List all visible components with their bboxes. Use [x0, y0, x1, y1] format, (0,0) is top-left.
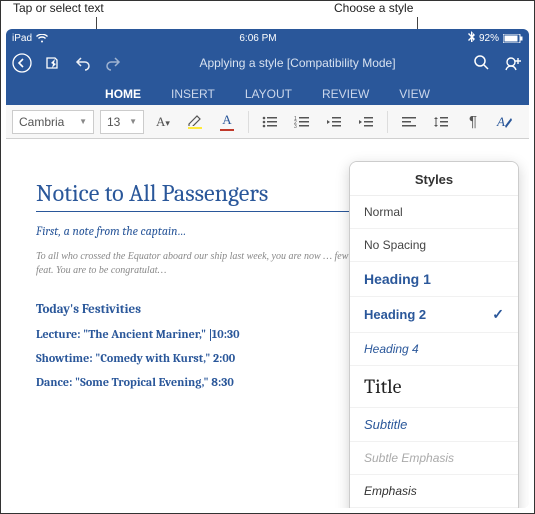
style-emphasis[interactable]: Emphasis	[350, 475, 518, 508]
bluetooth-icon	[468, 31, 475, 45]
style-label: Heading 1	[364, 271, 431, 287]
font-name: Cambria	[19, 115, 64, 129]
event-label: Lecture: "The Ancient Mariner,"	[36, 327, 209, 341]
style-no-spacing[interactable]: No Spacing	[350, 229, 518, 262]
titlebar: Applying a style [Compatibility Mode]	[6, 47, 529, 79]
tab-review[interactable]: REVIEW	[316, 83, 375, 105]
style-label: Heading 2	[364, 307, 426, 322]
bullets-button[interactable]	[257, 109, 283, 135]
style-label: Subtle Emphasis	[364, 451, 454, 465]
styles-list[interactable]: NormalNo SpacingHeading 1Heading 2✓Headi…	[350, 196, 518, 508]
redo-button[interactable]	[104, 55, 122, 71]
file-button[interactable]	[44, 54, 62, 72]
outdent-button[interactable]	[321, 109, 347, 135]
style-heading-4[interactable]: Heading 4	[350, 333, 518, 366]
style-subtitle[interactable]: Subtitle	[350, 408, 518, 442]
style-label: No Spacing	[364, 238, 426, 252]
font-color-button[interactable]: A	[214, 109, 240, 135]
style-label: Subtitle	[364, 417, 407, 432]
font-selector[interactable]: Cambria▼	[12, 110, 94, 134]
event-time: 10:30	[212, 327, 240, 341]
style-heading-1[interactable]: Heading 1	[350, 262, 518, 297]
battery-pct: 92%	[479, 33, 499, 44]
tab-layout[interactable]: LAYOUT	[239, 83, 298, 105]
font-size: 13	[107, 115, 120, 129]
font-size-selector[interactable]: 13▼	[100, 110, 144, 134]
format-text-button[interactable]: A▾	[150, 109, 176, 135]
doc-title-bar: Applying a style [Compatibility Mode]	[199, 56, 395, 70]
style-label: Emphasis	[364, 484, 417, 498]
device-label: iPad	[12, 33, 32, 44]
battery-icon	[503, 34, 523, 43]
share-button[interactable]	[503, 54, 523, 72]
style-label: Normal	[364, 205, 403, 219]
check-icon: ✓	[492, 306, 504, 323]
callout-tap: Tap or select text	[13, 1, 104, 15]
search-button[interactable]	[473, 54, 491, 72]
style-subtle-emphasis[interactable]: Subtle Emphasis	[350, 442, 518, 475]
statusbar: iPad 6:06 PM 92%	[6, 29, 529, 47]
tab-insert[interactable]: INSERT	[165, 83, 221, 105]
styles-popover: Styles Normal No Spacing Heading 1 Heading …	[349, 161, 519, 508]
style-title[interactable]: Title	[350, 366, 518, 408]
undo-button[interactable]	[74, 55, 92, 71]
line-spacing-button[interactable]	[428, 109, 454, 135]
style-label: Title	[364, 375, 401, 398]
tab-home[interactable]: HOME	[99, 83, 147, 105]
align-button[interactable]	[396, 109, 422, 135]
pilcrow-button[interactable]: ¶	[460, 109, 486, 135]
callout-choose: Choose a style	[334, 1, 413, 15]
styles-popover-title: Styles	[350, 162, 518, 196]
highlight-button[interactable]	[182, 109, 208, 135]
back-button[interactable]	[12, 53, 32, 73]
style-heading-2[interactable]: Heading 2 ✓	[350, 297, 518, 333]
clock: 6:06 PM	[239, 33, 276, 44]
style-label: Heading 4	[364, 342, 419, 356]
numbering-button[interactable]: 123	[289, 109, 315, 135]
wifi-icon	[36, 34, 48, 43]
text-cursor	[210, 329, 211, 341]
styles-button[interactable]: A	[492, 109, 518, 135]
tab-view[interactable]: VIEW	[393, 83, 436, 105]
svg-text:3: 3	[294, 124, 297, 129]
indent-button[interactable]	[353, 109, 379, 135]
style-normal[interactable]: Normal	[350, 196, 518, 229]
ribbon-tabs: HOME INSERT LAYOUT REVIEW VIEW	[6, 79, 529, 105]
ribbon: Cambria▼ 13▼ A▾ A 123	[6, 105, 529, 139]
